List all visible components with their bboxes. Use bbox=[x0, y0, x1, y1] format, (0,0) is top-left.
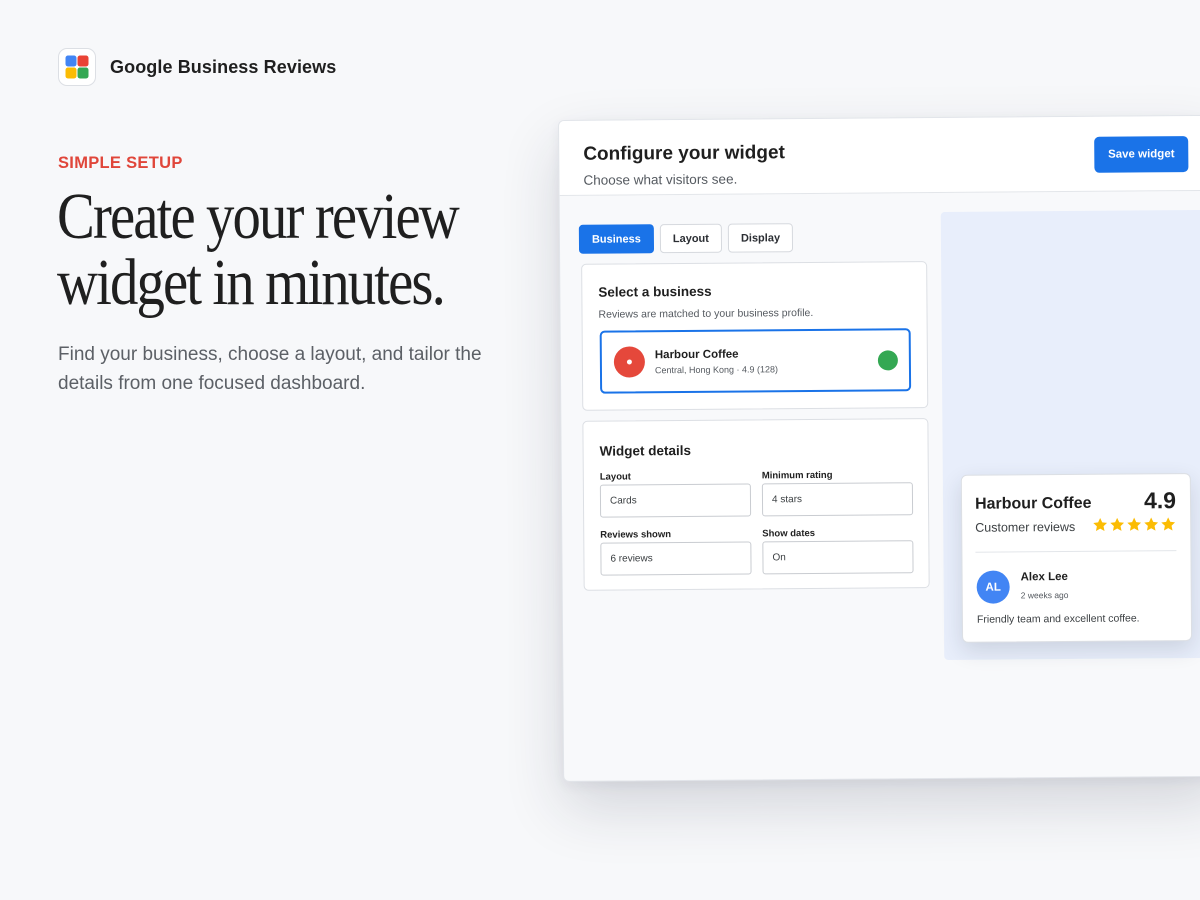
location-pin-icon bbox=[613, 346, 646, 378]
dashboard-title: Configure your widget bbox=[583, 142, 785, 165]
star-icon bbox=[1144, 517, 1159, 531]
show-dates-field[interactable] bbox=[762, 540, 914, 575]
brand-name: Google Business Reviews bbox=[110, 56, 337, 77]
tab-bar: Business Layout Display bbox=[578, 223, 794, 254]
review-widget-preview: Harbour Coffee 4.9 Customer reviews AL A… bbox=[960, 473, 1193, 643]
select-business-title: Select a business bbox=[598, 283, 712, 300]
preview-subtitle: Customer reviews bbox=[975, 519, 1076, 535]
preview-business-name: Harbour Coffee bbox=[974, 494, 1092, 513]
layout-field-label: Layout bbox=[599, 471, 631, 483]
dashboard-subtitle: Choose what visitors see. bbox=[583, 171, 738, 188]
headline-line-2: widget in minutes. bbox=[57, 246, 446, 319]
select-business-hint: Reviews are matched to your business pro… bbox=[598, 307, 814, 321]
business-name: Harbour Coffee bbox=[654, 348, 739, 362]
minimum-rating-field[interactable] bbox=[761, 482, 914, 517]
business-option-selected[interactable]: Harbour Coffee Central, Hong Kong · 4.9 … bbox=[599, 328, 912, 394]
review-text: Friendly team and excellent coffee. bbox=[976, 612, 1140, 626]
selected-check-icon bbox=[877, 350, 898, 371]
review-time: 2 weeks ago bbox=[1020, 590, 1069, 601]
hero-description: Find your business, choose a layout, and… bbox=[58, 344, 482, 394]
tab-display[interactable]: Display bbox=[727, 223, 794, 253]
preview-rating: 4.9 bbox=[1143, 487, 1177, 514]
tab-business[interactable]: Business bbox=[578, 224, 654, 254]
star-icon bbox=[1110, 517, 1125, 531]
star-rating bbox=[1092, 516, 1176, 533]
brand-header: Google Business Reviews bbox=[58, 48, 336, 86]
reviews-shown-field[interactable] bbox=[600, 541, 752, 576]
tab-layout[interactable]: Layout bbox=[659, 223, 723, 254]
avatar: AL bbox=[976, 570, 1010, 604]
page: Google Business Reviews SIMPLE SETUP Cre… bbox=[0, 0, 1200, 900]
star-icon bbox=[1161, 517, 1176, 531]
page-headline: Create your review widget in minutes. bbox=[57, 184, 470, 316]
preview-divider bbox=[975, 550, 1177, 553]
headline-line-1: Create your review bbox=[57, 180, 460, 253]
save-widget-button[interactable]: Save widget bbox=[1094, 136, 1189, 173]
dashboard-window: Configure your widget Choose what visito… bbox=[558, 114, 1200, 782]
select-business-card: Select a business Reviews are matched to… bbox=[581, 261, 929, 411]
star-icon bbox=[1093, 517, 1108, 532]
widget-details-card: Widget details Layout Minimum rating Rev… bbox=[582, 418, 930, 591]
business-meta: Central, Hong Kong · 4.9 (128) bbox=[654, 364, 779, 376]
widget-details-title: Widget details bbox=[599, 442, 692, 459]
star-icon bbox=[1127, 517, 1142, 531]
reviews-shown-label: Reviews shown bbox=[600, 529, 672, 541]
dashboard-header: Configure your widget Choose what visito… bbox=[559, 115, 1200, 196]
eyebrow-label: SIMPLE SETUP bbox=[58, 154, 183, 172]
review-author: Alex Lee bbox=[1020, 571, 1068, 584]
four-color-tile-icon bbox=[65, 55, 89, 79]
minimum-rating-label: Minimum rating bbox=[761, 469, 833, 482]
layout-field[interactable] bbox=[599, 483, 752, 518]
brand-logo-icon bbox=[58, 48, 96, 86]
show-dates-label: Show dates bbox=[762, 527, 816, 540]
